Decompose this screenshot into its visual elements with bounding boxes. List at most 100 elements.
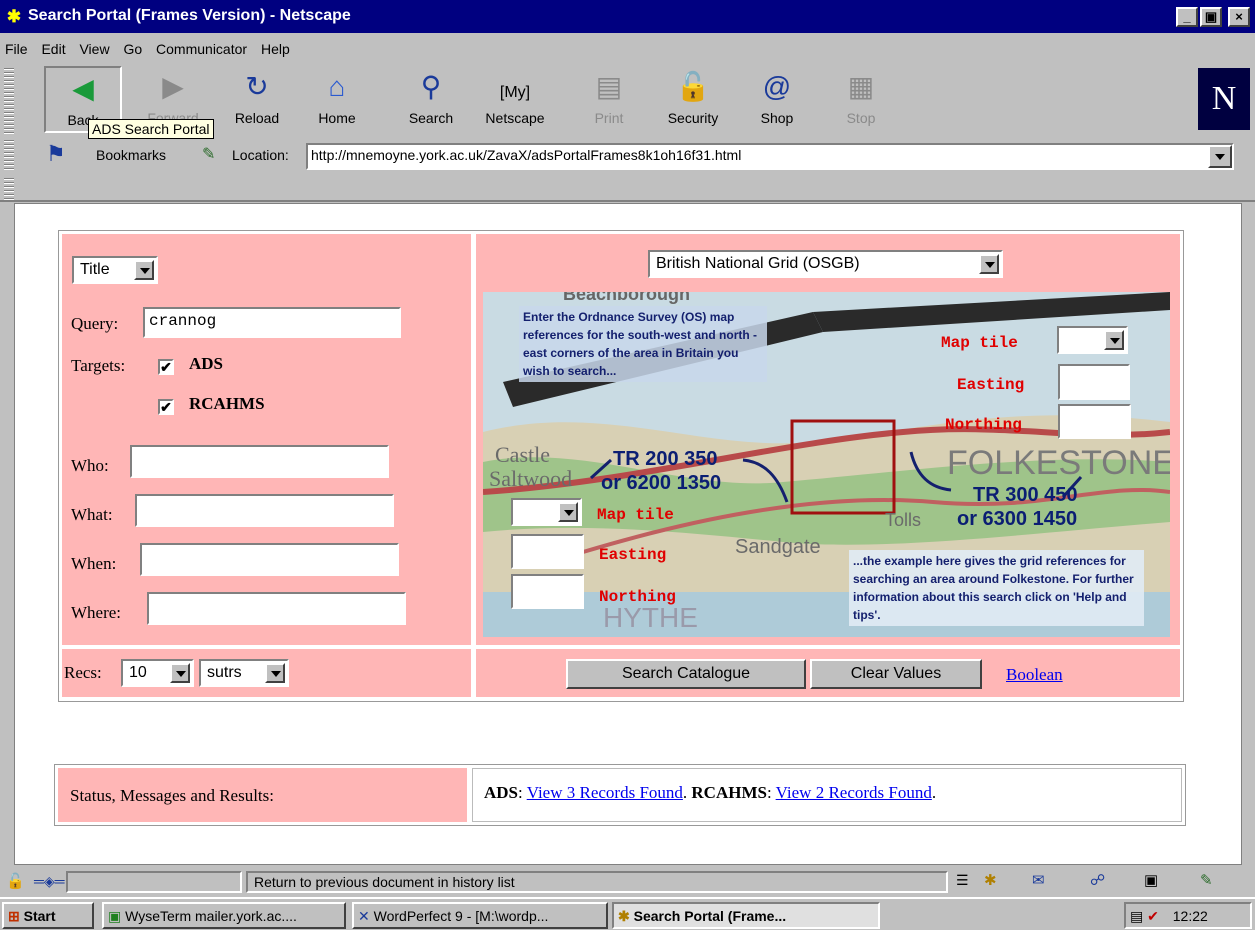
sw-easting-input[interactable] [511, 534, 584, 569]
menu-view[interactable]: View [74, 35, 114, 57]
toolbar-grip[interactable] [4, 66, 14, 134]
when-input[interactable] [140, 543, 399, 576]
map-example-box: ...the example here gives the grid refer… [849, 550, 1144, 626]
recs-select[interactable]: 10 [121, 659, 194, 687]
tray-icon[interactable]: ▤ [1130, 908, 1143, 924]
menu-edit[interactable]: Edit [36, 35, 70, 57]
task-search-portal[interactable]: ✱ Search Portal (Frame... [612, 902, 880, 929]
close-button[interactable]: × [1228, 7, 1250, 27]
clear-values-button[interactable]: Clear Values [810, 659, 982, 689]
mail-icon[interactable]: ✉ [1032, 871, 1045, 889]
toolbar-divider [0, 200, 1255, 202]
status-bar: 🔓 ═◈═ Return to previous document in his… [0, 869, 1255, 895]
rcahms-target-label: RCAHMS [189, 394, 265, 413]
where-input[interactable] [147, 592, 406, 625]
stop-button[interactable]: ▦ Stop [822, 66, 900, 133]
task-wyseterm[interactable]: ▣ WyseTerm mailer.york.ac.... [102, 902, 346, 929]
print-button[interactable]: ▤ Print [570, 66, 648, 133]
menu-help[interactable]: Help [256, 35, 295, 57]
discussion-icon[interactable]: ☍ [1090, 871, 1105, 889]
composer-icon[interactable]: ✎ [1200, 871, 1213, 889]
ne-northing-label: Northing [945, 416, 1022, 434]
security-button[interactable]: 🔓 Security [654, 66, 732, 133]
format-select[interactable]: sutrs [199, 659, 289, 687]
query-panel [62, 234, 471, 645]
chevron-down-icon [134, 260, 154, 280]
security-lock-icon: 🔓 [6, 873, 25, 890]
query-input[interactable]: crannog [143, 307, 401, 338]
ne-grid-ref: TR 300 450 [973, 484, 1078, 506]
ne-easting-input[interactable] [1058, 364, 1130, 400]
location-label: Location: [232, 147, 289, 163]
netscape-task-icon: ✱ [618, 908, 630, 924]
ne-northing-input[interactable] [1058, 404, 1131, 439]
sw-map-tile-label: Map tile [597, 506, 674, 524]
place-label-saltwood: Saltwood [489, 466, 573, 491]
connection-icon: ═◈═ [34, 873, 65, 889]
windows-logo-icon: ⊞ [8, 908, 20, 924]
status-message: Return to previous document in history l… [246, 871, 948, 893]
stop-icon: ▦ [847, 71, 875, 102]
ads-checkbox[interactable]: ✔ [158, 359, 174, 375]
sw-northing-input[interactable] [511, 574, 584, 609]
ne-easting-label: Easting [957, 376, 1025, 394]
menu-bar: File Edit View Go Communicator Help [0, 35, 1255, 61]
rcahms-results-link[interactable]: View 2 Records Found [776, 783, 932, 802]
sw-northing-label: Northing [599, 588, 676, 606]
menu-communicator[interactable]: Communicator [151, 35, 252, 57]
progress-bar [66, 871, 242, 893]
who-input[interactable] [130, 445, 389, 478]
menu-go[interactable]: Go [118, 35, 147, 57]
sw-easting-label: Easting [599, 546, 667, 564]
os-map-image: Enter the Ordnance Survey (OS) map refer… [483, 292, 1170, 637]
shop-button[interactable]: @ Shop [738, 66, 816, 133]
menu-file[interactable]: File [0, 35, 33, 57]
netscape-button[interactable]: [My] Netscape [476, 66, 554, 133]
place-label-sandgate: Sandgate [735, 536, 821, 558]
address-book-icon[interactable]: ▣ [1144, 871, 1158, 889]
task-wordperfect[interactable]: ✕ WordPerfect 9 - [M:\wordp... [352, 902, 608, 929]
what-label: What: [71, 505, 113, 524]
netscape-logo[interactable]: N [1198, 68, 1250, 130]
reload-icon: ↻ [245, 71, 269, 102]
boolean-link[interactable]: Boolean [1006, 665, 1063, 685]
rcahms-checkbox[interactable]: ✔ [158, 399, 174, 415]
chevron-down-icon [979, 254, 999, 274]
navigator-icon[interactable]: ✱ [984, 871, 997, 889]
url-dropdown[interactable] [1208, 145, 1232, 168]
map-example-text: ...the example here gives the grid refer… [853, 554, 1134, 622]
location-grip[interactable] [4, 138, 14, 170]
ads-results-link[interactable]: View 3 Records Found [527, 783, 683, 802]
when-label: When: [71, 554, 117, 573]
home-button[interactable]: ⌂ Home [298, 66, 376, 133]
component-bar-icon[interactable]: ☰ [956, 872, 969, 889]
tray-scheduler-icon[interactable]: ✔ [1147, 908, 1159, 924]
bookmarks-icon: ⚑ [46, 141, 66, 166]
bookmarks-button[interactable]: Bookmarks [96, 147, 166, 163]
who-label: Who: [71, 456, 109, 475]
search-catalogue-button[interactable]: Search Catalogue [566, 659, 806, 689]
ads-target-label: ADS [189, 354, 224, 373]
my-netscape-icon: [My] [499, 84, 531, 101]
what-input[interactable] [135, 494, 394, 527]
personal-toolbar-grip[interactable] [4, 176, 14, 200]
minimize-button[interactable]: _ [1176, 7, 1198, 27]
search-button[interactable]: ⚲ Search [392, 66, 470, 133]
clock[interactable]: 12:22 [1173, 908, 1208, 924]
where-label: Where: [71, 603, 122, 622]
place-label-tolls: Tolls [885, 510, 922, 530]
url-field[interactable]: http://mnemoyne.york.ac.uk/ZavaX/adsPort… [306, 143, 1234, 170]
printer-icon: ▤ [595, 71, 623, 102]
chevron-down-icon [265, 663, 285, 683]
place-label-castle: Castle [495, 442, 550, 467]
padlock-icon: 🔓 [675, 71, 711, 102]
ne-map-tile-select[interactable] [1057, 326, 1128, 354]
back-arrow-icon: ◀ [72, 73, 94, 104]
maximize-button[interactable]: ▣ [1200, 7, 1222, 27]
sw-map-tile-select[interactable] [511, 498, 582, 526]
start-button[interactable]: ⊞ Start [2, 902, 94, 929]
field-select[interactable]: Title [72, 256, 158, 284]
reload-button[interactable]: ↻ Reload [218, 66, 296, 133]
grid-system-select[interactable]: British National Grid (OSGB) [648, 250, 1003, 278]
sw-grid-ref: TR 200 350 [613, 448, 718, 470]
